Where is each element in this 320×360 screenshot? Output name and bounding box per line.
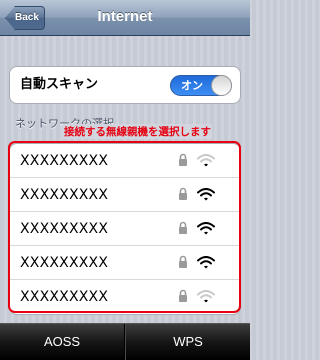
aoss-button[interactable]: AOSS (0, 324, 124, 360)
wifi-signal-icon (197, 256, 215, 269)
network-row[interactable]: XXXXXXXXX (10, 246, 240, 280)
toggle-knob[interactable] (211, 75, 232, 96)
wifi-signal-icon (197, 188, 215, 201)
auto-scan-row: 自動スキャン オン (9, 66, 241, 104)
auto-scan-toggle[interactable]: オン (170, 75, 232, 96)
network-name: XXXXXXXXX (20, 255, 109, 271)
network-row[interactable]: XXXXXXXXX (10, 144, 240, 178)
navigation-bar: Back Internet (0, 0, 250, 36)
page-title: Internet (97, 8, 153, 25)
wifi-signal-icon (197, 290, 215, 303)
network-row[interactable]: XXXXXXXXX (10, 212, 240, 246)
network-name: XXXXXXXXX (20, 153, 109, 169)
lock-icon (179, 153, 187, 166)
lock-icon (179, 187, 187, 200)
network-list: XXXXXXXXX XXXXXXXXX XXXXXXXXX XXXXXXXXX … (9, 143, 241, 315)
bottom-toolbar: AOSS WPS (0, 323, 250, 360)
back-button[interactable]: Back (5, 6, 45, 30)
network-name: XXXXXXXXX (20, 187, 109, 203)
network-name: XXXXXXXXX (20, 289, 109, 305)
toggle-on-label: オン (181, 79, 203, 92)
network-row[interactable]: XXXXXXXXX (10, 280, 240, 314)
wifi-signal-icon (197, 154, 215, 167)
network-row[interactable]: XXXXXXXXX (10, 178, 240, 212)
wifi-signal-icon (197, 222, 215, 235)
lock-icon (179, 221, 187, 234)
annotation-text: 接続する無線親機を選択します (63, 124, 212, 139)
lock-icon (179, 255, 187, 268)
network-name: XXXXXXXXX (20, 221, 109, 237)
wps-button[interactable]: WPS (126, 324, 250, 360)
lock-icon (179, 289, 187, 302)
auto-scan-label: 自動スキャン (20, 77, 99, 92)
